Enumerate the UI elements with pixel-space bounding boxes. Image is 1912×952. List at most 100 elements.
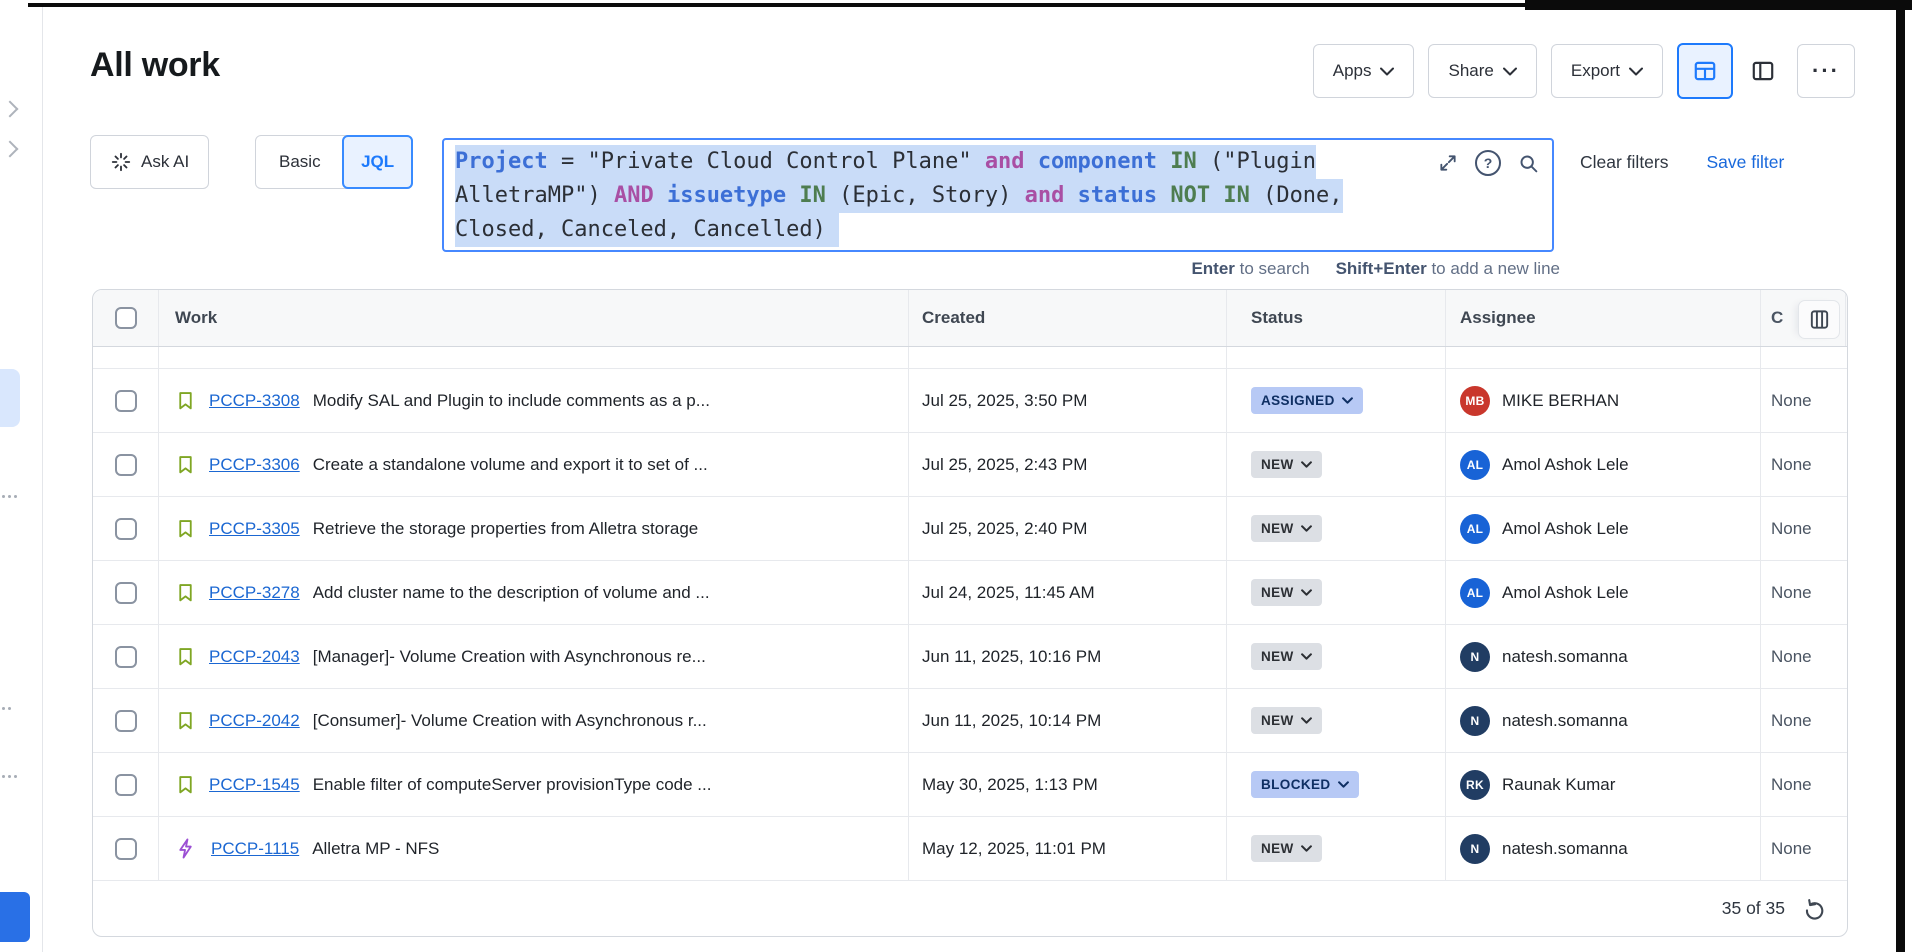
ask-ai-button[interactable]: Ask AI [90,135,209,189]
view-switcher [1677,43,1783,99]
row-checkbox[interactable] [115,774,137,796]
chevron-down-icon [1342,397,1353,404]
created-cell: May 30, 2025, 1:13 PM [909,753,1227,816]
column-header-label: Assignee [1460,308,1536,328]
page-title: All work [90,46,220,85]
column-header-work[interactable]: Work [159,290,909,346]
hint-shift-enter-key: Shift+Enter [1336,259,1427,278]
assignee-name: Amol Ashok Lele [1502,519,1629,539]
column-header-status[interactable]: Status [1227,290,1446,346]
status-badge[interactable]: NEW [1251,579,1322,606]
jql-query-input[interactable]: Project = "Private Cloud Control Plane" … [442,138,1554,252]
issue-summary: [Manager]- Volume Creation with Asynchro… [313,647,706,667]
status-label: BLOCKED [1261,777,1331,792]
row-checkbox[interactable] [115,710,137,732]
row-checkbox[interactable] [115,582,137,604]
issue-key-link[interactable]: PCCP-2042 [209,711,300,731]
jql-mode-tab[interactable]: JQL [342,135,413,189]
row-checkbox[interactable] [115,518,137,540]
status-badge[interactable]: ASSIGNED [1251,387,1363,414]
select-all-checkbox[interactable] [115,307,137,329]
issue-summary: Alletra MP - NFS [312,839,439,859]
refresh-icon [1802,897,1825,920]
expand-icon[interactable] [1438,153,1458,173]
chevron-down-icon [1301,461,1312,468]
help-icon[interactable]: ? [1475,150,1501,176]
share-button[interactable]: Share [1428,44,1536,98]
created-cell: Jun 11, 2025, 10:16 PM [909,625,1227,688]
table-row: PCCP-3306Create a standalone volume and … [93,433,1847,497]
story-icon [175,582,196,603]
chevron-down-icon [1629,67,1643,76]
row-checkbox[interactable] [115,454,137,476]
issue-summary: Retrieve the storage properties from All… [313,519,699,539]
more-actions-button[interactable]: ··· [1797,44,1855,98]
export-button[interactable]: Export [1551,44,1663,98]
row-checkbox[interactable] [115,838,137,860]
basic-mode-tab[interactable]: Basic [256,152,344,172]
extra-column-cell: None [1761,561,1846,624]
avatar: N [1460,642,1490,672]
status-badge[interactable]: NEW [1251,707,1322,734]
status-badge[interactable]: BLOCKED [1251,771,1359,798]
column-header-assignee[interactable]: Assignee [1446,290,1761,346]
configure-columns-button[interactable] [1798,300,1840,339]
save-filter-button[interactable]: Save filter [1707,152,1785,173]
apps-button[interactable]: Apps [1313,44,1415,98]
table-row: PCCP-1545Enable filter of computeServer … [93,753,1847,817]
chevron-down-icon [1301,525,1312,532]
issue-key-link[interactable]: PCCP-3308 [209,391,300,411]
issue-summary: Modify SAL and Plugin to include comment… [313,391,710,411]
sidebar-ellipsis-fragment [2,775,17,778]
chevron-down-icon [1301,653,1312,660]
status-badge[interactable]: NEW [1251,835,1322,862]
filter-links: Clear filters Save filter [1580,152,1784,173]
issue-key-link[interactable]: PCCP-1115 [211,839,299,859]
clear-filters-button[interactable]: Clear filters [1580,152,1669,173]
row-checkbox[interactable] [115,646,137,668]
row-checkbox[interactable] [115,390,137,412]
story-icon [175,390,196,411]
toolbar: Apps Share Export ··· [1313,44,1855,98]
issue-key-link[interactable]: PCCP-2043 [209,647,300,667]
issue-key-link[interactable]: PCCP-3306 [209,455,300,475]
search-icon[interactable] [1518,153,1539,174]
sidebar-ellipsis-fragment [2,495,17,498]
issue-key-link[interactable]: PCCP-1545 [209,775,300,795]
created-cell: Jul 24, 2025, 11:45 AM [909,561,1227,624]
assignee-name: natesh.somanna [1502,839,1628,859]
column-header-label: Created [922,308,985,328]
avatar: RK [1460,770,1490,800]
work-table: WorkCreatedStatusAssigneeC PCCP-3308Modi… [92,289,1848,937]
table-header-row: WorkCreatedStatusAssigneeC [93,290,1847,347]
table-row: PCCP-3305 Retrieve the storage properties… [93,497,1847,561]
status-badge[interactable]: NEW [1251,515,1322,542]
ai-sparkle-icon [110,151,132,173]
column-header-label: Work [175,308,217,328]
more-icon: ··· [1812,58,1840,84]
avatar: N [1460,834,1490,864]
chevron-down-icon [1301,845,1312,852]
issue-key-link[interactable]: PCCP-3305 [209,519,300,539]
table-row: PCCP-2043 [Manager]- Volume Creation with… [93,625,1847,689]
jql-input-icons: ? [1438,150,1539,176]
assignee-name: MIKE BERHAN [1502,391,1619,411]
avatar: AL [1460,450,1490,480]
refresh-button[interactable] [1802,897,1825,920]
export-button-label: Export [1571,61,1620,81]
status-label: NEW [1261,585,1294,600]
issue-key-link[interactable]: PCCP-3278 [209,583,300,603]
row-count: 35 of 35 [1722,898,1785,919]
status-badge[interactable]: NEW [1251,643,1322,670]
chevron-right-icon [2,141,19,158]
status-badge[interactable]: NEW [1251,451,1322,478]
status-label: ASSIGNED [1261,393,1335,408]
detail-view-button[interactable] [1743,45,1783,97]
list-view-button[interactable] [1677,43,1733,99]
column-header-created[interactable]: Created [909,290,1227,346]
app-window: All work Apps Share Export ··· [0,0,1912,952]
collapsed-sidebar-strip [0,7,43,952]
column-header-label: Status [1251,308,1303,328]
avatar: N [1460,706,1490,736]
ask-ai-label: Ask AI [141,152,189,172]
